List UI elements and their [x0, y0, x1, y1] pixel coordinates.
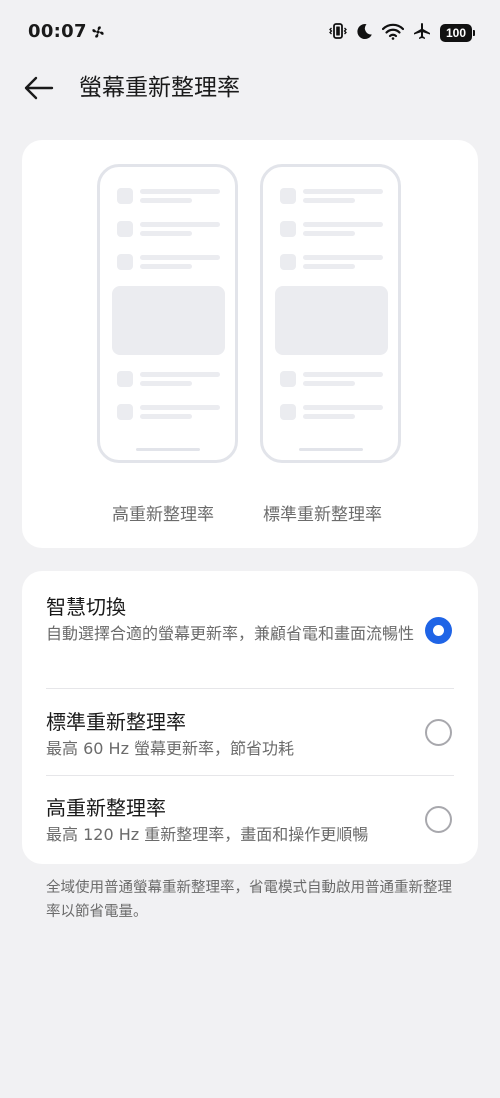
vibrate-icon: [329, 22, 347, 44]
footnote: 全域使用普通螢幕重新整理率，省電模式自動啟用普通重新整理率以節省電量。: [46, 880, 452, 920]
status-bar: 00:07 100: [0, 0, 500, 66]
airplane-icon: [413, 22, 431, 44]
high-refresh-preview[interactable]: [97, 164, 238, 463]
wifi-icon: [381, 23, 405, 44]
high-refresh-label: 高重新整理率: [112, 505, 214, 525]
radio-button[interactable]: [425, 806, 452, 833]
back-button[interactable]: [22, 72, 56, 104]
standard-refresh-label: 標準重新整理率: [263, 505, 382, 525]
options-card: 智慧切換 自動選擇合適的螢幕更新率，兼顧省電和畫面流暢性 標準重新整理率 最高 …: [22, 571, 478, 864]
option-title: 高重新整理率: [46, 796, 166, 820]
option-desc: 自動選擇合適的螢幕更新率，兼顧省電和畫面流暢性: [46, 624, 415, 643]
standard-refresh-preview[interactable]: [260, 164, 401, 463]
moon-icon: [356, 23, 373, 44]
arrow-left-icon: [24, 76, 54, 100]
status-time: 00:07: [28, 21, 87, 42]
fan-icon: [91, 24, 105, 43]
radio-button-selected[interactable]: [425, 617, 452, 644]
option-title: 智慧切換: [46, 595, 126, 619]
option-standard-refresh[interactable]: 標準重新整理率 最高 60 Hz 螢幕更新率，節省功耗: [22, 689, 478, 775]
preview-card: 高重新整理率 標準重新整理率: [22, 140, 478, 548]
radio-button[interactable]: [425, 719, 452, 746]
option-desc: 最高 60 Hz 螢幕更新率，節省功耗: [46, 739, 295, 758]
option-high-refresh[interactable]: 高重新整理率 最高 120 Hz 重新整理率，畫面和操作更順暢: [22, 776, 478, 864]
option-title: 標準重新整理率: [46, 710, 186, 734]
battery-icon: 100: [440, 24, 475, 42]
option-desc: 最高 120 Hz 重新整理率，畫面和操作更順暢: [46, 825, 369, 844]
page-title: 螢幕重新整理率: [79, 75, 240, 101]
option-smart-switch[interactable]: 智慧切換 自動選擇合適的螢幕更新率，兼顧省電和畫面流暢性: [22, 571, 478, 688]
